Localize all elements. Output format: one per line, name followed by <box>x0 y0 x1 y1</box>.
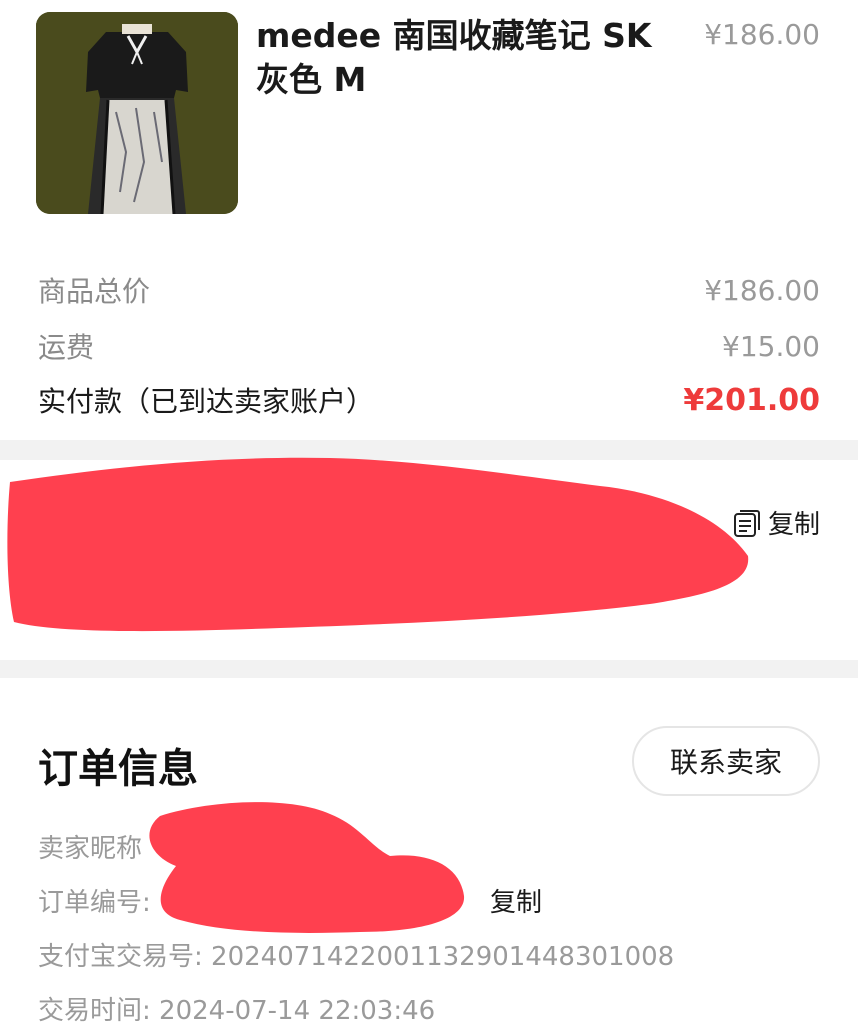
shipping-address: 复制 <box>0 457 858 660</box>
shipping-value: ¥15.00 <box>722 329 820 363</box>
redaction-mark <box>149 802 465 933</box>
address-copy-label: 复制 <box>767 510 820 540</box>
dress-photo-icon <box>36 12 238 214</box>
paid-label: 实付款（已到达卖家账户） <box>38 385 375 418</box>
shipping-label: 运费 <box>38 331 95 364</box>
trade-time-line: 交易时间: 2024-07-14 22:03:46 <box>38 990 435 1027</box>
section-divider <box>0 660 858 678</box>
alipay-value[interactable]: 2024071422001132901448301008 <box>211 942 674 972</box>
order-info-title: 订单信息 <box>38 746 198 792</box>
contact-seller-button[interactable]: 联系卖家 <box>632 726 820 796</box>
trade-time-value: 2024-07-14 22:03:46 <box>159 996 436 1026</box>
product-title[interactable]: medee 南国收藏笔记 SK 灰色 M <box>256 14 686 102</box>
product-price: ¥186.00 <box>704 18 820 51</box>
shipping-row: 运费 ¥15.00 <box>38 324 820 368</box>
goods-total-label: 商品总价 <box>38 275 151 308</box>
trade-time-label: 交易时间: <box>38 996 151 1026</box>
order-info-section: 订单信息 联系卖家 卖家昵称 订单编号: 复制 支付宝交易号: 20240714… <box>0 678 858 1027</box>
goods-total-row: 商品总价 ¥186.00 <box>38 268 820 312</box>
alipay-label: 支付宝交易号: <box>38 942 203 972</box>
paid-row: 实付款（已到达卖家账户） ¥201.00 <box>38 378 820 422</box>
goods-total-value: ¥186.00 <box>704 273 820 307</box>
paid-value: ¥201.00 <box>683 382 820 418</box>
order-number-copy-button[interactable]: 复制 <box>490 882 542 919</box>
product-image[interactable] <box>36 12 238 214</box>
redaction-mark <box>7 457 749 632</box>
product-card[interactable]: medee 南国收藏笔记 SK 灰色 M ¥186.00 商品总价 ¥186.0… <box>0 0 858 440</box>
alipay-line: 支付宝交易号: 2024071422001132901448301008 <box>38 936 674 973</box>
